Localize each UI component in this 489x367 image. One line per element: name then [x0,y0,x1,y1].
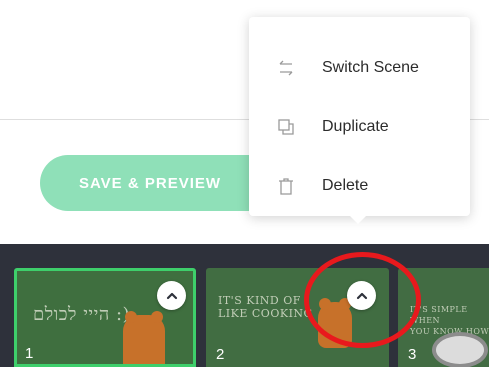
menu-item-label: Duplicate [322,117,389,135]
scene-number: 2 [216,346,225,363]
chevron-up-icon [356,292,367,299]
menu-item-label: Delete [322,176,369,194]
bear-character [123,311,165,364]
switch-arrows-icon [275,57,297,79]
menu-item-label: Switch Scene [322,58,419,76]
scene-number: 1 [25,345,34,362]
scene-timeline: הייי לכולם :) 1 IT'S KIND OF LIKE COOKIN… [0,244,489,367]
scene-number: 3 [408,346,417,363]
scene-caption: הייי לכולם :) [33,304,131,325]
bear-character [318,298,352,348]
scene-context-menu: Switch Scene Duplicate Delete [249,17,470,224]
trash-icon [275,175,297,197]
menu-item-delete[interactable]: Delete [249,156,470,215]
scene-thumbnail-3[interactable]: IT'S SIMPLE WHEN YOU KNOW HOW 3 [398,268,489,367]
scene-caption: IT'S KIND OF LIKE COOKING [218,294,313,320]
scene-menu-toggle-button[interactable] [157,281,186,310]
menu-item-switch-scene[interactable]: Switch Scene [249,38,470,97]
duplicate-icon [275,116,297,138]
chevron-up-icon [166,292,177,299]
plate-illustration [432,332,488,367]
save-preview-label: SAVE & PREVIEW [78,174,222,192]
scene-thumbnail-2[interactable]: IT'S KIND OF LIKE COOKING 2 [206,268,389,367]
menu-item-duplicate[interactable]: Duplicate [249,97,470,156]
scene-caption: IT'S SIMPLE WHEN YOU KNOW HOW [410,305,489,336]
scene-menu-toggle-button[interactable] [347,281,376,310]
scene-thumbnail-1[interactable]: הייי לכולם :) 1 [14,268,196,367]
